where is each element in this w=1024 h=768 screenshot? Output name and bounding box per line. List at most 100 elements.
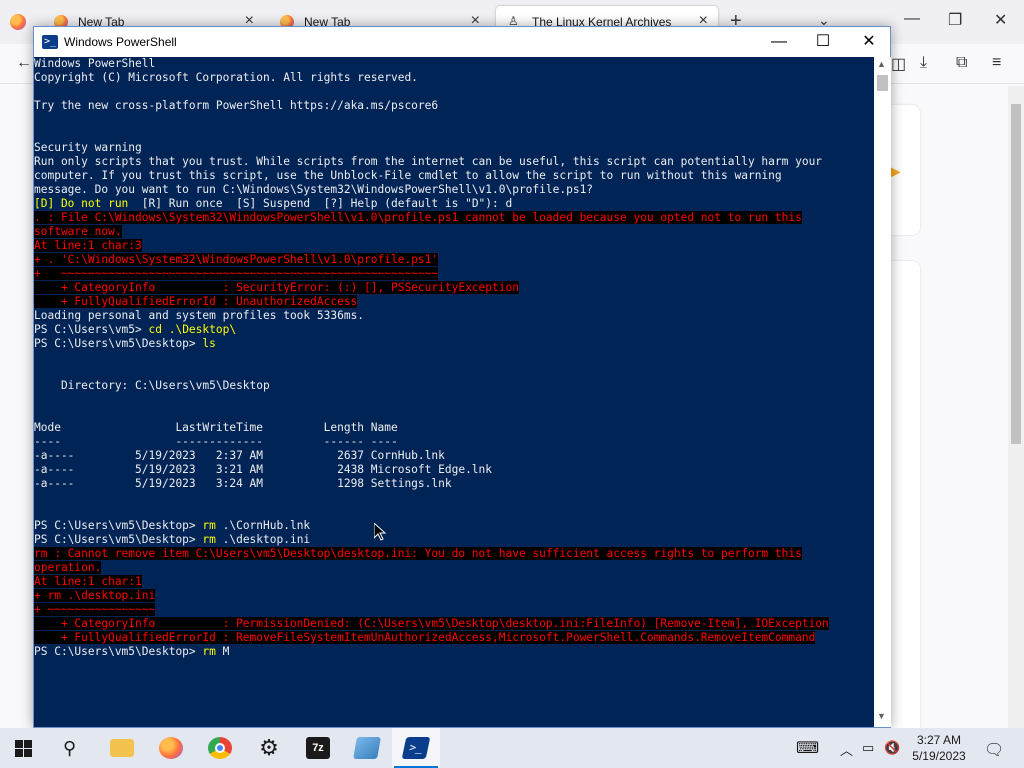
chrome-icon — [208, 737, 232, 759]
console-text: rm : Cannot remove item C:\Users\vm5\Des… — [34, 547, 802, 560]
console-scrollbar[interactable]: ▲ ▼ — [874, 57, 891, 727]
notification-icon[interactable]: 🗨 — [984, 740, 1004, 760]
console-text: + CategoryInfo : SecurityError: (:) [], … — [34, 281, 519, 294]
console-line: Security warning — [34, 141, 142, 155]
console-text: + CategoryInfo : PermissionDenied: (C:\U… — [34, 617, 829, 630]
console-line: Run only scripts that you trust. While s… — [34, 155, 822, 169]
console-line: -a---- 5/19/2023 2:37 AM 2637 CornHub.ln… — [34, 449, 445, 463]
console-text: -a---- 5/19/2023 3:24 AM 1298 Settings.l… — [34, 477, 452, 490]
taskbar-powershell[interactable]: >_ — [392, 728, 440, 768]
console-text: PS C:\Users\vm5\Desktop> — [34, 519, 203, 532]
powershell-window: >_ Windows PowerShell — ☐ ✕ Windows Powe… — [33, 26, 891, 728]
console-line: Loading personal and system profiles too… — [34, 309, 364, 323]
powershell-titlebar[interactable]: >_ Windows PowerShell — ☐ ✕ — [34, 27, 890, 57]
console-line: ---- ------------- ------ ---- — [34, 435, 398, 449]
console-text: + rm .\desktop.ini — [34, 589, 156, 602]
console-line: PS C:\Users\vm5\Desktop> rm M — [34, 645, 229, 659]
console-line: PS C:\Users\vm5\Desktop> ls — [34, 337, 216, 351]
console-text: cd .\Desktop\ — [148, 323, 237, 336]
console-text: M — [222, 645, 230, 658]
orange-arrow-icon: ▶ — [890, 163, 901, 179]
taskbar-file-explorer[interactable] — [98, 728, 146, 768]
console-text: Loading personal and system profiles too… — [34, 309, 365, 322]
console-line: + CategoryInfo : PermissionDenied: (C:\U… — [34, 617, 829, 631]
console-text: PS C:\Users\vm5\Desktop> — [34, 645, 203, 658]
console-text: PS C:\Users\vm5\Desktop> — [34, 533, 203, 546]
taskbar: ⚲ ⚙ 7z >_ ⌨ ︿ ▭ 🔇 3:27 AM 5/19/2023 🗨 — [0, 728, 1024, 768]
browser-restore-icon[interactable]: ❐ — [948, 10, 962, 30]
console-text: rm — [202, 533, 223, 546]
download-icon[interactable]: ⤓ — [920, 54, 927, 72]
console-text: + ~~~~~~~~~~~~~~~~~~~~~~~~~~~~~~~~~~~~~~… — [34, 267, 439, 280]
console-text: . : File C:\Windows\System32\WindowsPowe… — [34, 211, 802, 224]
console-text: Try the new cross-platform PowerShell ht… — [34, 99, 439, 112]
console-line: At line:1 char:1 — [34, 575, 142, 589]
console-line: operation. — [34, 561, 102, 575]
minimize-icon[interactable]: — — [756, 31, 802, 53]
console-text: PS C:\Users\vm5> — [34, 323, 149, 336]
powershell-icon: >_ — [401, 737, 431, 759]
window-title: Windows PowerShell — [64, 35, 177, 49]
console-line: + ~~~~~~~~~~~~~~~~~~~~~~~~~~~~~~~~~~~~~~… — [34, 267, 439, 281]
console-line: computer. If you trust this script, use … — [34, 169, 782, 183]
console-text: rm — [202, 519, 223, 532]
scroll-up-icon[interactable]: ▲ — [877, 59, 886, 69]
pocket-icon[interactable]: ◫ — [891, 54, 906, 74]
console-line: + . 'C:\Windows\System32\WindowsPowerShe… — [34, 253, 439, 267]
console-text: software now. — [34, 225, 122, 238]
browser-scrollbar-thumb[interactable] — [1011, 104, 1021, 444]
taskbar-7zip[interactable]: 7z — [294, 728, 342, 768]
browser-close-icon[interactable]: ✕ — [994, 10, 1007, 30]
console-text: [R] Run once [S] Suspend [?] Help (defau… — [141, 197, 513, 210]
console-text: .\CornHub.lnk — [222, 519, 311, 532]
close-icon[interactable]: ✕ — [846, 31, 892, 53]
console-line: PS C:\Users\vm5> cd .\Desktop\ — [34, 323, 236, 337]
keyboard-icon[interactable]: ⌨ — [796, 738, 819, 758]
console-line: + rm .\desktop.ini — [34, 589, 156, 603]
console-line: PS C:\Users\vm5\Desktop> rm .\desktop.in… — [34, 533, 310, 547]
console-text: [D] Do not run — [34, 197, 142, 210]
back-arrow-icon[interactable]: ← — [16, 54, 32, 72]
console-line: software now. — [34, 225, 122, 239]
taskbar-chrome[interactable] — [196, 728, 244, 768]
7zip-icon: 7z — [306, 737, 330, 759]
console-text: Mode LastWriteTime Length Name — [34, 421, 398, 434]
console-text: Copyright (C) Microsoft Corporation. All… — [34, 71, 418, 84]
taskbar-settings[interactable]: ⚙ — [245, 728, 293, 768]
console-text: rm — [202, 645, 223, 658]
maximize-icon[interactable]: ☐ — [800, 31, 846, 53]
console-scrollbar-thumb[interactable] — [877, 75, 888, 91]
console-text: At line:1 char:3 — [34, 239, 142, 252]
firefox-logo-icon — [10, 14, 26, 30]
clock[interactable]: 3:27 AM 5/19/2023 — [906, 732, 972, 764]
console-text: computer. If you trust this script, use … — [34, 169, 782, 182]
console-output[interactable]: Windows PowerShell Copyright (C) Microsof… — [34, 57, 874, 727]
network-icon[interactable]: ▭ — [862, 740, 874, 756]
scroll-down-icon[interactable]: ▼ — [877, 711, 886, 721]
browser-minimize-icon[interactable]: — — [904, 10, 920, 28]
console-text: ---- ------------- ------ ---- — [34, 435, 398, 448]
volume-muted-icon[interactable]: 🔇 — [884, 740, 900, 756]
start-button[interactable] — [0, 728, 48, 768]
console-text: Run only scripts that you trust. While s… — [34, 155, 823, 168]
console-line: + FullyQualifiedErrorId : UnauthorizedAc… — [34, 295, 358, 309]
console-line: Directory: C:\Users\vm5\Desktop — [34, 379, 270, 393]
console-text: At line:1 char:1 — [34, 575, 142, 588]
console-line: message. Do you want to run C:\Windows\S… — [34, 183, 593, 197]
console-line: Windows PowerShell — [34, 57, 155, 71]
search-button[interactable]: ⚲ — [48, 728, 96, 768]
hamburger-menu-icon[interactable]: ≡ — [992, 54, 1001, 72]
console-line: -a---- 5/19/2023 3:21 AM 2438 Microsoft … — [34, 463, 492, 477]
extensions-icon[interactable]: ⧉ — [956, 54, 967, 72]
console-text: Windows PowerShell — [34, 57, 156, 70]
taskbar-firefox[interactable] — [147, 728, 195, 768]
console-line: -a---- 5/19/2023 3:24 AM 1298 Settings.l… — [34, 477, 452, 491]
console-line: + FullyQualifiedErrorId : RemoveFileSyst… — [34, 631, 816, 645]
gear-icon: ⚙ — [259, 735, 279, 760]
chevron-up-icon[interactable]: ︿ — [840, 740, 853, 759]
console-line: Try the new cross-platform PowerShell ht… — [34, 99, 438, 113]
console-line: + ~~~~~~~~~~~~~~~~ — [34, 603, 156, 617]
taskbar-notepad[interactable] — [343, 728, 391, 768]
console-text: ls — [202, 337, 216, 350]
firefox-icon — [159, 737, 183, 759]
